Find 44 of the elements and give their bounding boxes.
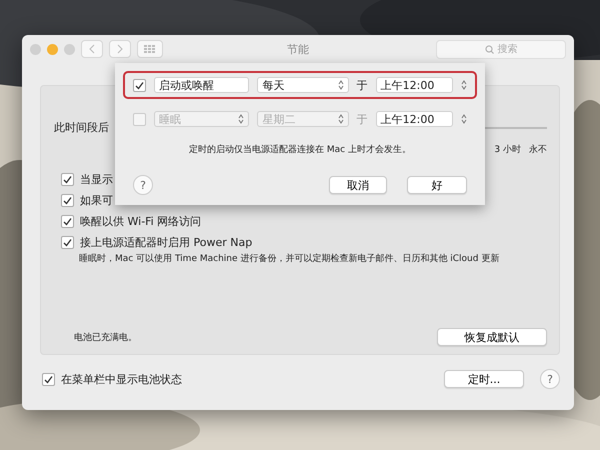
option-label: 如果可 [80,193,113,208]
slider-label: 永不 [529,144,547,156]
window-title: 节能 [287,42,309,56]
schedule-note: 定时的启动仅当电源适配器连接在 Mac 上时才会发生。 [188,144,412,156]
restore-defaults-button[interactable]: 恢复成默认 [437,328,547,346]
option-label: 接上电源适配器时启用 Power Nap [80,235,252,250]
time-field[interactable]: 上午12:00 [376,77,454,93]
back-button[interactable] [81,40,103,58]
close-icon[interactable] [30,44,41,54]
checkbox[interactable] [61,236,74,249]
stepper-icon [461,80,468,90]
chevron-right-icon [117,44,123,54]
checkbox[interactable] [61,215,74,228]
stepper-icon [461,114,468,124]
grid-button[interactable] [137,40,163,58]
at-label: 于 [356,78,368,92]
minimize-icon[interactable] [47,44,58,54]
cancel-button[interactable]: 取消 [329,176,387,194]
checkbox[interactable] [61,173,74,186]
power-nap-note: 睡眠时，Mac 可以使用 Time Machine 进行备份，并可以定期检查新电子邮件、日历和其他 iCloud 更新 [79,252,500,265]
action-popup[interactable]: 启动或唤醒 [154,77,250,93]
slider-label: 3 小时 [494,144,521,156]
at-label: 于 [356,112,368,126]
option-label: 在菜单栏中显示电池状态 [61,372,182,386]
option-label: 当显示 [80,172,113,187]
sleep-label: 此时间段后 [54,120,109,135]
chevron-left-icon [89,44,95,54]
stepper-icon [338,114,344,124]
help-button[interactable]: ? [540,369,560,389]
search-icon [484,44,494,54]
checkbox[interactable] [42,372,55,386]
help-button[interactable]: ? [133,175,153,195]
checkbox[interactable] [61,194,74,207]
ok-button[interactable]: 好 [407,176,467,194]
forward-button[interactable] [109,40,131,58]
grid-icon [144,45,156,53]
battery-status: 电池已充满电。 [74,332,137,344]
stepper-icon [338,80,344,90]
checkbox[interactable] [133,78,146,92]
zoom-icon[interactable] [64,44,75,54]
day-popup[interactable]: 每天 [257,77,349,93]
schedule-button[interactable]: 定时... [444,370,524,388]
stepper-icon [238,114,244,124]
option-label: 唤醒以供 Wi-Fi 网络访问 [80,214,202,229]
